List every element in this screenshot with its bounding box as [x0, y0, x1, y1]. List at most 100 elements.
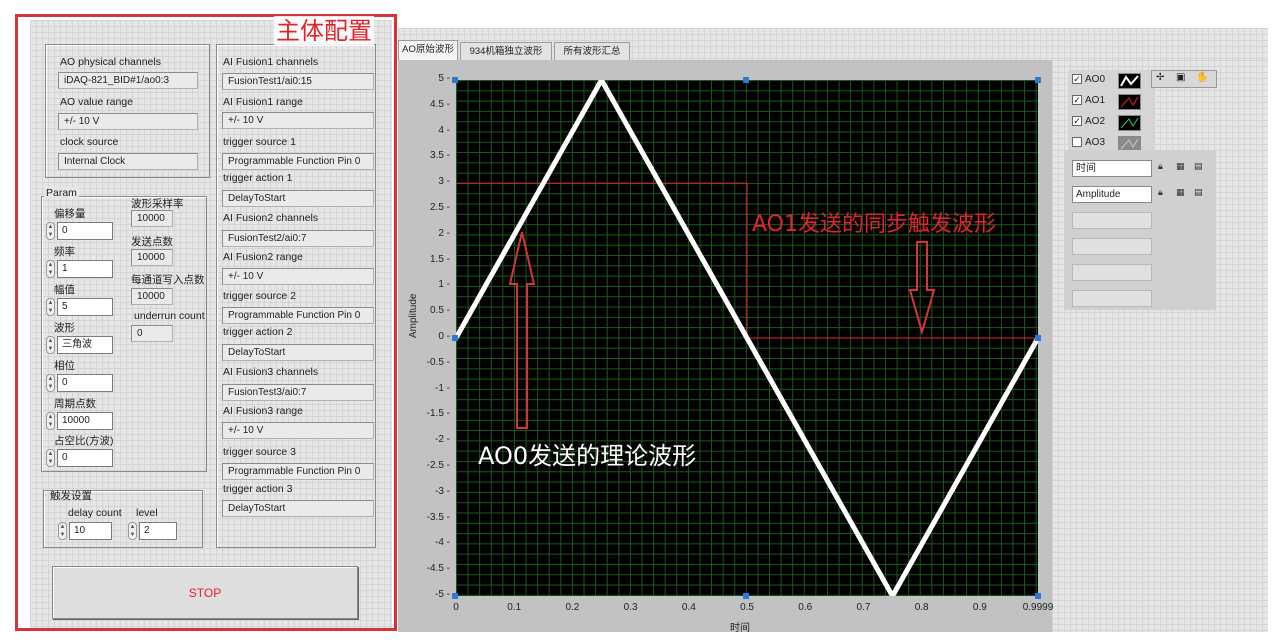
delay-input[interactable]: 10 — [69, 522, 112, 540]
ao-range-field[interactable]: +/- 10 V — [58, 113, 198, 130]
legend-item-ao3[interactable]: AO3 — [1072, 135, 1105, 151]
trigger-action2-field[interactable]: DelayToStart — [222, 344, 374, 361]
fusion2-range-field[interactable]: +/- 10 V — [222, 268, 374, 285]
y-scale-name[interactable]: Amplitude — [1072, 186, 1152, 203]
duty-input[interactable]: 0 — [57, 449, 113, 467]
cursor-handle[interactable] — [452, 77, 458, 83]
offset-input[interactable]: 0 — [57, 222, 113, 240]
format-y-icon[interactable]: ▤ — [1194, 187, 1203, 198]
level-stepper[interactable]: ▲ ▼ — [128, 522, 137, 540]
graph-tools-palette: ✢ ▣ ✋ — [1151, 70, 1217, 88]
legend-checkbox[interactable]: ✓ — [1072, 74, 1082, 85]
trigger-source3-field[interactable]: Programmable Function Pin 0 — [222, 463, 374, 480]
underrun-label: underrun count — [134, 310, 205, 322]
send-field: 10000 — [131, 249, 173, 266]
wave-stepper[interactable]: ▲ ▼ — [46, 336, 55, 354]
legend-item-ao1[interactable]: ✓ AO1 — [1072, 93, 1105, 109]
fusion3-range-label: AI Fusion3 range — [223, 405, 303, 417]
x-tick-label: 0.1 — [507, 602, 522, 613]
legend-checkbox[interactable]: ✓ — [1072, 116, 1082, 127]
level-label: level — [136, 507, 158, 519]
legend-item-ao0[interactable]: ✓ AO0 — [1072, 72, 1105, 88]
freq-input[interactable]: 1 — [57, 260, 113, 278]
y-tick-label: 2.5 - — [429, 202, 450, 213]
lock-icon[interactable]: 🔒︎ — [1158, 187, 1163, 198]
ao-channels-field[interactable]: iDAQ-821_BID#1/ao0:3 — [58, 72, 198, 89]
ao2-swatch-icon[interactable] — [1118, 115, 1141, 131]
ao1-swatch-icon[interactable] — [1118, 94, 1141, 110]
cursor-handle[interactable] — [743, 77, 749, 83]
send-label: 发送点数 — [131, 236, 173, 248]
rate-field: 10000 — [131, 210, 173, 227]
phase-input[interactable]: 0 — [57, 374, 113, 392]
fusion3-channels-field[interactable]: FusionTest3/ai0:7 — [222, 384, 374, 401]
period-input[interactable]: 10000 — [57, 412, 113, 430]
y-tick-label: 5 - — [438, 73, 450, 84]
legend-checkbox[interactable] — [1072, 137, 1082, 148]
cursor-handle[interactable] — [1035, 593, 1041, 599]
period-label: 周期点数 — [54, 398, 96, 410]
phase-label: 相位 — [54, 360, 75, 372]
y-tick-label: -1 - — [435, 382, 450, 394]
legend-item-ao2[interactable]: ✓ AO2 — [1072, 114, 1105, 130]
cursor-handle[interactable] — [452, 593, 458, 599]
cursor-handle[interactable] — [743, 593, 749, 599]
x-tick-label: 0.9 — [972, 602, 987, 613]
legend-label: AO0 — [1085, 74, 1106, 85]
trigger-title: 触发设置 — [50, 490, 92, 502]
period-stepper[interactable]: ▲ ▼ — [46, 412, 55, 430]
duty-label: 占空比(方波) — [54, 435, 114, 447]
legend-label: AO2 — [1085, 116, 1106, 127]
trigger-action2-label: trigger action 2 — [223, 326, 293, 338]
ao0-swatch-icon[interactable] — [1118, 73, 1141, 89]
cursor-handle[interactable] — [452, 335, 458, 341]
fusion2-range-label: AI Fusion2 range — [223, 251, 303, 263]
clock-source-field[interactable]: Internal Clock — [58, 153, 198, 170]
autoscale-y-icon[interactable]: ▦ — [1176, 187, 1185, 198]
trigger-action1-field[interactable]: DelayToStart — [222, 190, 374, 207]
cursor-handle[interactable] — [1035, 335, 1041, 341]
waveform-chart — [456, 80, 1038, 596]
y-tick-label: 0 - — [438, 331, 450, 342]
duty-stepper[interactable]: ▲ ▼ — [46, 449, 55, 467]
fusion2-channels-field[interactable]: FusionTest2/ai0:7 — [222, 230, 374, 247]
cursor-move-icon[interactable]: ✢ — [1156, 72, 1164, 83]
trigger-action3-field[interactable]: DelayToStart — [222, 500, 374, 517]
y-tick-label: 1.5 - — [429, 253, 450, 265]
delay-stepper[interactable]: ▲ ▼ — [58, 522, 67, 540]
fusion1-channels-field[interactable]: FusionTest1/ai0:15 — [222, 73, 374, 90]
trigger-source2-field[interactable]: Programmable Function Pin 0 — [222, 307, 374, 324]
lock-icon[interactable]: 🔒︎ — [1158, 161, 1163, 172]
offset-stepper[interactable]: ▲ ▼ — [46, 222, 55, 240]
plot-legend: ✓ AO0 ✓ AO1 ✓ AO2 AO3 — [1068, 70, 1154, 156]
trigger-source1-field[interactable]: Programmable Function Pin 0 — [222, 153, 374, 170]
legend-checkbox[interactable]: ✓ — [1072, 95, 1082, 106]
tab-all-summary[interactable]: 所有波形汇总 — [554, 42, 630, 62]
tab-ao-raw[interactable]: AO原始波形 — [398, 40, 458, 61]
cursor-handle[interactable] — [1035, 77, 1041, 83]
fusion1-range-field[interactable]: +/- 10 V — [222, 112, 374, 129]
ao0-annotation: AO0发送的理论波形 — [478, 442, 697, 470]
freq-stepper[interactable]: ▲ ▼ — [46, 260, 55, 278]
x-scale-name[interactable]: 时间 — [1072, 160, 1152, 177]
amp-input[interactable]: 5 — [57, 298, 113, 316]
autoscale-x-icon[interactable]: ▦ — [1176, 161, 1185, 172]
format-x-icon[interactable]: ▤ — [1194, 161, 1203, 172]
empty-scale-field — [1072, 264, 1152, 281]
level-input[interactable]: 2 — [139, 522, 177, 540]
offset-label: 偏移量 — [54, 208, 86, 220]
zoom-icon[interactable]: ▣ — [1176, 72, 1185, 83]
fusion3-channels-label: AI Fusion3 channels — [223, 366, 319, 378]
y-tick-label: -5 - — [435, 589, 450, 600]
amp-stepper[interactable]: ▲ ▼ — [46, 298, 55, 316]
stop-button[interactable]: STOP — [52, 566, 358, 619]
ao-range-label: AO value range — [60, 96, 133, 108]
fusion3-range-field[interactable]: +/- 10 V — [222, 422, 374, 439]
trigger-source3-label: trigger source 3 — [223, 446, 296, 458]
ao-channels-label: AO physical channels — [60, 56, 161, 68]
wave-select[interactable]: 三角波 — [57, 336, 113, 354]
y-tick-label: 3.5 - — [429, 150, 450, 162]
phase-stepper[interactable]: ▲ ▼ — [46, 374, 55, 392]
tab-934-independent[interactable]: 934机箱独立波形 — [460, 42, 552, 62]
pan-hand-icon[interactable]: ✋ — [1196, 72, 1208, 83]
